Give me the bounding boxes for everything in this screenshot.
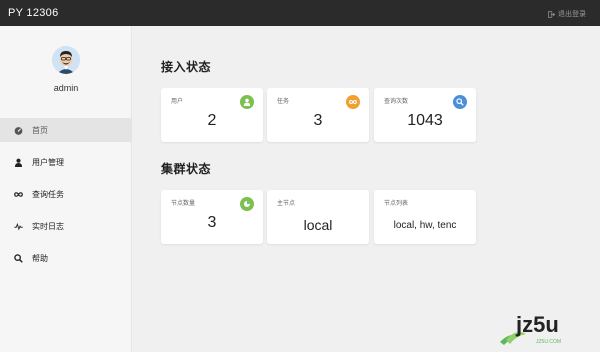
pulse-icon (13, 221, 23, 231)
pie-icon (240, 197, 254, 211)
top-bar: PY 12306 退出登录 (0, 0, 600, 26)
card-label: 查询次数 (384, 99, 409, 105)
sidebar-item-realtime-log[interactable]: 实时日志 (0, 214, 132, 238)
node-list-card: 节点列表 local, hw, tenc (374, 190, 476, 244)
avatar[interactable] (52, 46, 80, 74)
users-card: 用户 2 (161, 88, 263, 142)
card-label: 用户 (171, 99, 184, 105)
card-label: 节点列表 (384, 201, 409, 207)
dashboard-icon (13, 125, 23, 135)
tasks-card: 任务 3 (267, 88, 369, 142)
sidebar-item-home[interactable]: 首页 (0, 118, 132, 142)
logout-icon (548, 10, 555, 18)
access-status-title: 接入状态 (161, 60, 212, 74)
node-count-card: 节点数量 3 (161, 190, 263, 244)
card-value: 1043 (407, 112, 443, 129)
search-icon (453, 95, 467, 109)
card-value: 3 (313, 112, 323, 129)
user-icon (240, 95, 254, 109)
sidebar-item-label: 实时日志 (32, 221, 64, 231)
card-value: local (303, 217, 333, 233)
watermark-logo: jz5u JZ5U.COM (496, 306, 586, 346)
sidebar-item-label: 用户管理 (32, 157, 64, 167)
logout-button[interactable]: 退出登录 (548, 9, 586, 19)
cluster-status-title: 集群状态 (161, 162, 212, 176)
master-node-card: 主节点 local (267, 190, 369, 244)
sidebar-item-help[interactable]: 帮助 (0, 246, 132, 270)
search-icon (13, 253, 23, 263)
sidebar-item-label: 查询任务 (32, 189, 64, 199)
main-content: 接入状态 用户 2 任务 3 查询次数 1043 集群状态 节点数量 3 主节点… (133, 26, 600, 352)
username: admin (53, 83, 79, 93)
query-count-card: 查询次数 1043 (374, 88, 476, 142)
card-label: 任务 (277, 99, 290, 105)
avatar-illustration (52, 46, 80, 74)
sidebar: admin 首页 用户管理 查询任务 实时日志 帮助 (0, 26, 132, 352)
card-value: 2 (207, 112, 217, 129)
card-label: 主节点 (277, 201, 296, 207)
infinity-icon (13, 189, 23, 199)
logout-label: 退出登录 (558, 11, 586, 18)
sidebar-item-query-tasks[interactable]: 查询任务 (0, 182, 132, 206)
card-value: 3 (207, 214, 217, 231)
card-label: 节点数量 (171, 201, 196, 207)
card-value: local, hw, tenc (393, 220, 457, 231)
sidebar-item-users[interactable]: 用户管理 (0, 150, 132, 174)
sidebar-item-label: 首页 (32, 125, 48, 135)
watermark-text: jz5u (515, 312, 559, 337)
sidebar-item-label: 帮助 (32, 253, 48, 263)
watermark-sub: JZ5U.COM (536, 339, 561, 345)
infinity-icon (346, 95, 360, 109)
app-title: PY 12306 (8, 7, 59, 19)
user-icon (13, 157, 23, 167)
